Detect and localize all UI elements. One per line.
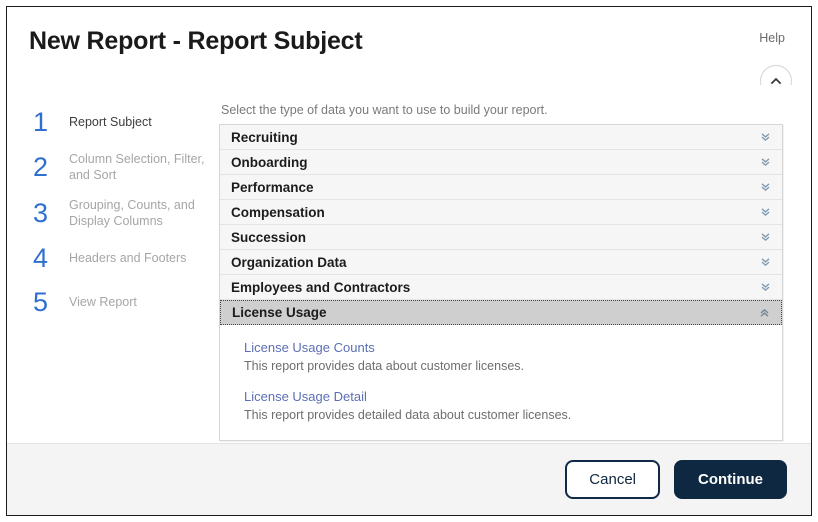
double-chevron-down-icon xyxy=(760,157,771,168)
double-chevron-down-icon xyxy=(760,282,771,293)
accordion-label: Succession xyxy=(231,229,307,245)
report-link-license-usage-detail[interactable]: License Usage Detail xyxy=(244,388,367,406)
accordion-label: Onboarding xyxy=(231,154,308,170)
report-description: This report provides data about customer… xyxy=(244,359,524,373)
wizard-steps: 1 Report Subject 2 Column Selection, Fil… xyxy=(7,85,215,443)
accordion-row-onboarding[interactable]: Onboarding xyxy=(220,150,782,175)
double-chevron-down-icon xyxy=(760,257,771,268)
app-screen: New Report - Report Subject Help 1 Repor… xyxy=(0,0,818,522)
continue-button[interactable]: Continue xyxy=(674,460,787,499)
step-label: View Report xyxy=(69,295,137,309)
accordion-row-succession[interactable]: Succession xyxy=(220,225,782,250)
report-description: This report provides detailed data about… xyxy=(244,408,572,422)
dialog-body: 1 Report Subject 2 Column Selection, Fil… xyxy=(7,85,811,443)
double-chevron-down-icon xyxy=(760,232,771,243)
step-number: 4 xyxy=(33,243,49,273)
step-number: 5 xyxy=(33,287,49,317)
double-chevron-down-icon xyxy=(760,132,771,143)
accordion-row-employees-and-contractors[interactable]: Employees and Contractors xyxy=(220,275,782,300)
accordion-label: License Usage xyxy=(232,305,327,320)
accordion-row-organization-data[interactable]: Organization Data xyxy=(220,250,782,275)
cancel-button[interactable]: Cancel xyxy=(565,460,660,499)
report-category-accordion: Recruiting Onboarding Performance Compen… xyxy=(219,124,783,441)
step-item-3[interactable]: 3 Grouping, Counts, and Display Columns xyxy=(33,197,215,229)
dialog-header: New Report - Report Subject Help xyxy=(7,7,811,97)
step-label: Headers and Footers xyxy=(69,251,187,265)
step-number: 2 xyxy=(33,152,49,182)
step-item-2[interactable]: 2 Column Selection, Filter, and Sort xyxy=(33,151,215,183)
report-link-license-usage-counts[interactable]: License Usage Counts xyxy=(244,339,375,357)
accordion-row-license-usage[interactable]: License Usage xyxy=(220,300,782,325)
step-label: Report Subject xyxy=(69,115,152,129)
accordion-row-compensation[interactable]: Compensation xyxy=(220,200,782,225)
step-item-1[interactable]: 1 Report Subject xyxy=(33,107,215,137)
list-item: License Usage Detail This report provide… xyxy=(244,388,766,424)
double-chevron-down-icon xyxy=(760,182,771,193)
step-item-4[interactable]: 4 Headers and Footers xyxy=(33,243,215,273)
accordion-row-performance[interactable]: Performance xyxy=(220,175,782,200)
page-title: New Report - Report Subject xyxy=(29,27,363,55)
accordion-label: Employees and Contractors xyxy=(231,279,411,295)
step-number: 3 xyxy=(33,198,49,228)
list-item: License Usage Counts This report provide… xyxy=(244,339,766,375)
step-label: Column Selection, Filter, and Sort xyxy=(69,152,205,182)
accordion-row-recruiting[interactable]: Recruiting xyxy=(220,125,782,150)
accordion-label: Organization Data xyxy=(231,254,347,270)
accordion-content-license-usage: License Usage Counts This report provide… xyxy=(220,325,782,440)
accordion-label: Compensation xyxy=(231,204,325,220)
panel-caption: Select the type of data you want to use … xyxy=(221,103,548,117)
accordion-label: Performance xyxy=(231,179,314,195)
report-subject-panel: Select the type of data you want to use … xyxy=(215,85,811,443)
step-label: Grouping, Counts, and Display Columns xyxy=(69,198,195,228)
new-report-dialog: New Report - Report Subject Help 1 Repor… xyxy=(6,6,812,516)
accordion-label: Recruiting xyxy=(231,129,298,145)
step-item-5[interactable]: 5 View Report xyxy=(33,287,215,317)
double-chevron-up-icon xyxy=(759,307,770,318)
step-number: 1 xyxy=(33,107,49,137)
dialog-footer: Cancel Continue xyxy=(7,443,811,515)
help-link[interactable]: Help xyxy=(759,31,785,45)
double-chevron-down-icon xyxy=(760,207,771,218)
